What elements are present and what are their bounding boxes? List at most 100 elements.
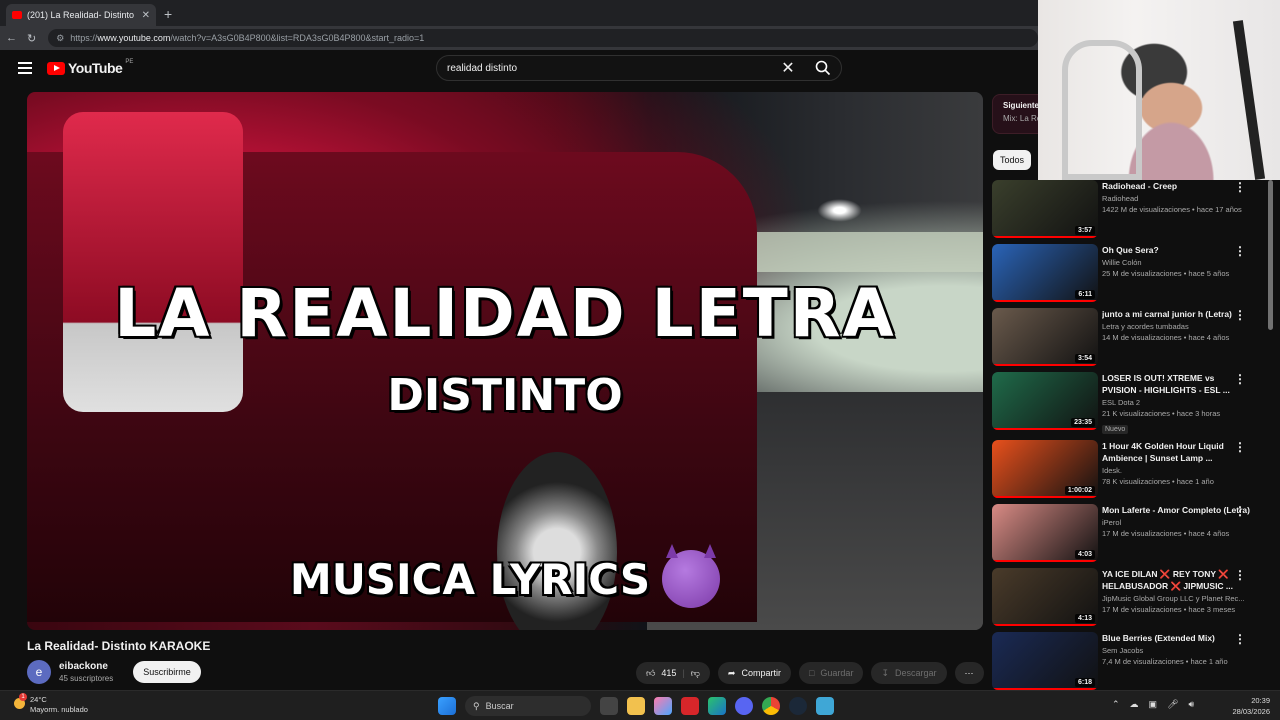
channel-name[interactable]: Sem Jacobs	[1102, 646, 1250, 655]
copilot-icon[interactable]	[654, 697, 672, 715]
video-meta: 21 K visualizaciones • hace 3 horas	[1102, 409, 1221, 418]
cloud-icon[interactable]: ☁	[1130, 699, 1139, 710]
chip-all[interactable]: Todos	[993, 150, 1032, 170]
more-vert-icon[interactable]: ⋮	[1234, 308, 1246, 322]
recommended-video[interactable]: 6:11 Oh Que Sera? Willie Colón 25 M de visu…	[992, 244, 1276, 304]
recommended-video[interactable]: 3:54 junto a mi carnal junior h (Letra) Le…	[992, 308, 1276, 368]
more-vert-icon[interactable]: ⋮	[1234, 504, 1246, 518]
edge-browser-icon[interactable]	[708, 697, 726, 715]
share-button[interactable]: ➦ Compartir	[717, 662, 791, 684]
more-vert-icon[interactable]: ⋮	[1234, 180, 1246, 194]
video-title[interactable]: LOSER IS OUT! XTREME vs PVISION - HIGHLI…	[1102, 372, 1250, 396]
steam-icon[interactable]	[789, 697, 807, 715]
youtube-play-icon	[47, 61, 65, 75]
weather-widget[interactable]: 1 24°C Mayorm. nublado	[14, 693, 88, 715]
video-thumbnail[interactable]: 4:13	[992, 568, 1098, 626]
back-icon[interactable]: ←	[6, 32, 17, 44]
thumbs-down-icon[interactable]: 👎︎	[691, 668, 700, 679]
notepad-icon[interactable]	[816, 697, 834, 715]
windows-start-icon[interactable]	[438, 697, 456, 715]
channel-name[interactable]: JipMusic Global Group LLC y Planet Rec..…	[1102, 594, 1250, 603]
channel-name[interactable]: eibackone	[59, 661, 113, 672]
video-duration: 6:18	[1074, 678, 1095, 687]
video-thumbnail[interactable]: 3:54	[992, 308, 1098, 366]
chevron-up-icon[interactable]: ⌃	[1112, 699, 1120, 710]
recommended-video[interactable]: 4:13 YA ICE DILAN ❌ REY TONY ❌ HELABUSADO…	[992, 568, 1276, 628]
taskbar-apps: ⚲ Buscar	[438, 696, 834, 716]
network-icon[interactable]: ▣	[1149, 699, 1158, 710]
discord-icon[interactable]	[735, 697, 753, 715]
more-vert-icon[interactable]: ⋮	[1234, 632, 1246, 646]
menu-icon[interactable]	[18, 62, 32, 74]
video-player[interactable]: LA REALIDAD LETRA DISTINTO MUSICA LYRICS	[27, 92, 983, 630]
video-thumbnail[interactable]: 6:11	[992, 244, 1098, 302]
channel-name[interactable]: Idesk.	[1102, 466, 1250, 475]
smiling-devil-emoji-icon	[662, 544, 721, 608]
chrome-icon[interactable]	[762, 697, 780, 715]
webcam-overlay	[1038, 0, 1280, 180]
channel-avatar[interactable]: e	[27, 660, 51, 684]
video-thumbnail[interactable]: 3:57	[992, 180, 1098, 238]
channel-name[interactable]: ESL Dota 2	[1102, 398, 1250, 407]
taskbar-clock[interactable]: 20:39 28/03/2026	[1228, 695, 1270, 717]
bookmark-icon: □	[808, 668, 815, 678]
new-tab-button[interactable]: +	[164, 6, 172, 22]
more-vert-icon[interactable]: ⋮	[1234, 244, 1246, 258]
close-tab-icon[interactable]: ✕	[142, 10, 150, 21]
recommended-video[interactable]: 23:35 LOSER IS OUT! XTREME vs PVISION - H…	[992, 372, 1276, 434]
reload-icon[interactable]: ↻	[27, 32, 36, 45]
browser-tab[interactable]: (201) La Realidad- Distinto KARAOKE ✕	[6, 4, 156, 26]
recommendations-sidebar: Siguiente Mix: La Realidad Todos 3:57Rad…	[992, 92, 1280, 690]
search-icon[interactable]	[805, 56, 841, 80]
channel-name[interactable]: Radiohead	[1102, 194, 1250, 203]
recommended-video[interactable]: 3:57 Radiohead - Creep Radiohead 1422 M de …	[992, 180, 1276, 240]
watch-progress-bar	[992, 300, 1098, 302]
like-button[interactable]: 👍︎ 415 | 👎︎	[636, 662, 710, 684]
weather-temp: 24°C	[30, 695, 47, 704]
youtube-header: YouTube PE realidad distinto ✕	[0, 50, 1040, 90]
microphone-icon[interactable]: 🎤︎	[1167, 699, 1178, 710]
sidebar-scrollbar[interactable]	[1268, 180, 1273, 330]
address-bar[interactable]: ⚙ https://www.youtube.com/watch?v=A3sG0B…	[48, 29, 1039, 47]
site-info-icon[interactable]: ⚙	[56, 33, 64, 44]
search-input[interactable]: realidad distinto ✕	[436, 55, 842, 81]
more-vert-icon[interactable]: ⋮	[1234, 568, 1246, 582]
watch-progress-bar	[992, 560, 1098, 562]
task-view-icon[interactable]	[600, 697, 618, 715]
video-thumbnail[interactable]: 4:03	[992, 504, 1098, 562]
channel-name[interactable]: Willie Colón	[1102, 258, 1250, 267]
video-thumbnail[interactable]: 6:18	[992, 632, 1098, 690]
file-explorer-icon[interactable]	[627, 697, 645, 715]
video-title[interactable]: Mon Laferte - Amor Completo (Letra)	[1102, 504, 1250, 516]
video-overlay-artist: DISTINTO	[387, 370, 623, 421]
channel-name[interactable]: iPerol	[1102, 518, 1250, 527]
recommended-video[interactable]: 4:03 Mon Laferte - Amor Completo (Letra) i…	[992, 504, 1276, 564]
wps-office-icon[interactable]	[681, 697, 699, 715]
subscriber-count: 45 suscriptores	[59, 674, 114, 683]
video-title[interactable]: YA ICE DILAN ❌ REY TONY ❌ HELABUSADOR ❌ …	[1102, 568, 1250, 592]
video-title: La Realidad- Distinto KARAOKE	[27, 639, 211, 653]
recommended-video[interactable]: 6:18 Blue Berries (Extended Mix) Sem Jacob…	[992, 632, 1276, 690]
subscribe-button[interactable]: Suscribirme	[133, 661, 201, 683]
youtube-logo[interactable]: YouTube PE	[47, 59, 133, 76]
volume-icon[interactable]: 🔊︎	[1189, 699, 1195, 710]
recommended-video[interactable]: 1:00:02 1 Hour 4K Golden Hour Liquid Ambi…	[992, 440, 1276, 500]
more-vert-icon[interactable]: ⋮	[1234, 440, 1246, 454]
save-button[interactable]: □ Guardar	[798, 662, 864, 684]
video-thumbnail[interactable]: 23:35	[992, 372, 1098, 430]
channel-name[interactable]: Letra y acordes tumbadas	[1102, 322, 1250, 331]
video-title[interactable]: Blue Berries (Extended Mix)	[1102, 632, 1250, 644]
video-title[interactable]: Radiohead - Creep	[1102, 180, 1250, 192]
clear-search-icon[interactable]: ✕	[771, 58, 805, 78]
video-title[interactable]: Oh Que Sera?	[1102, 244, 1250, 256]
video-title[interactable]: junto a mi carnal junior h (Letra)	[1102, 308, 1250, 320]
video-thumbnail[interactable]: 1:00:02	[992, 440, 1098, 498]
taskbar-search[interactable]: ⚲ Buscar	[465, 696, 591, 716]
more-actions-button[interactable]: ⋯	[954, 662, 984, 684]
video-title[interactable]: 1 Hour 4K Golden Hour Liquid Ambience | …	[1102, 440, 1250, 464]
search-query: realidad distinto	[447, 62, 518, 74]
url-text: https://www.youtube.com/watch?v=A3sG0B4P…	[70, 33, 425, 43]
watch-progress-bar	[992, 236, 1098, 238]
more-vert-icon[interactable]: ⋮	[1234, 372, 1246, 386]
download-button[interactable]: ↧ Descargar	[871, 662, 947, 684]
